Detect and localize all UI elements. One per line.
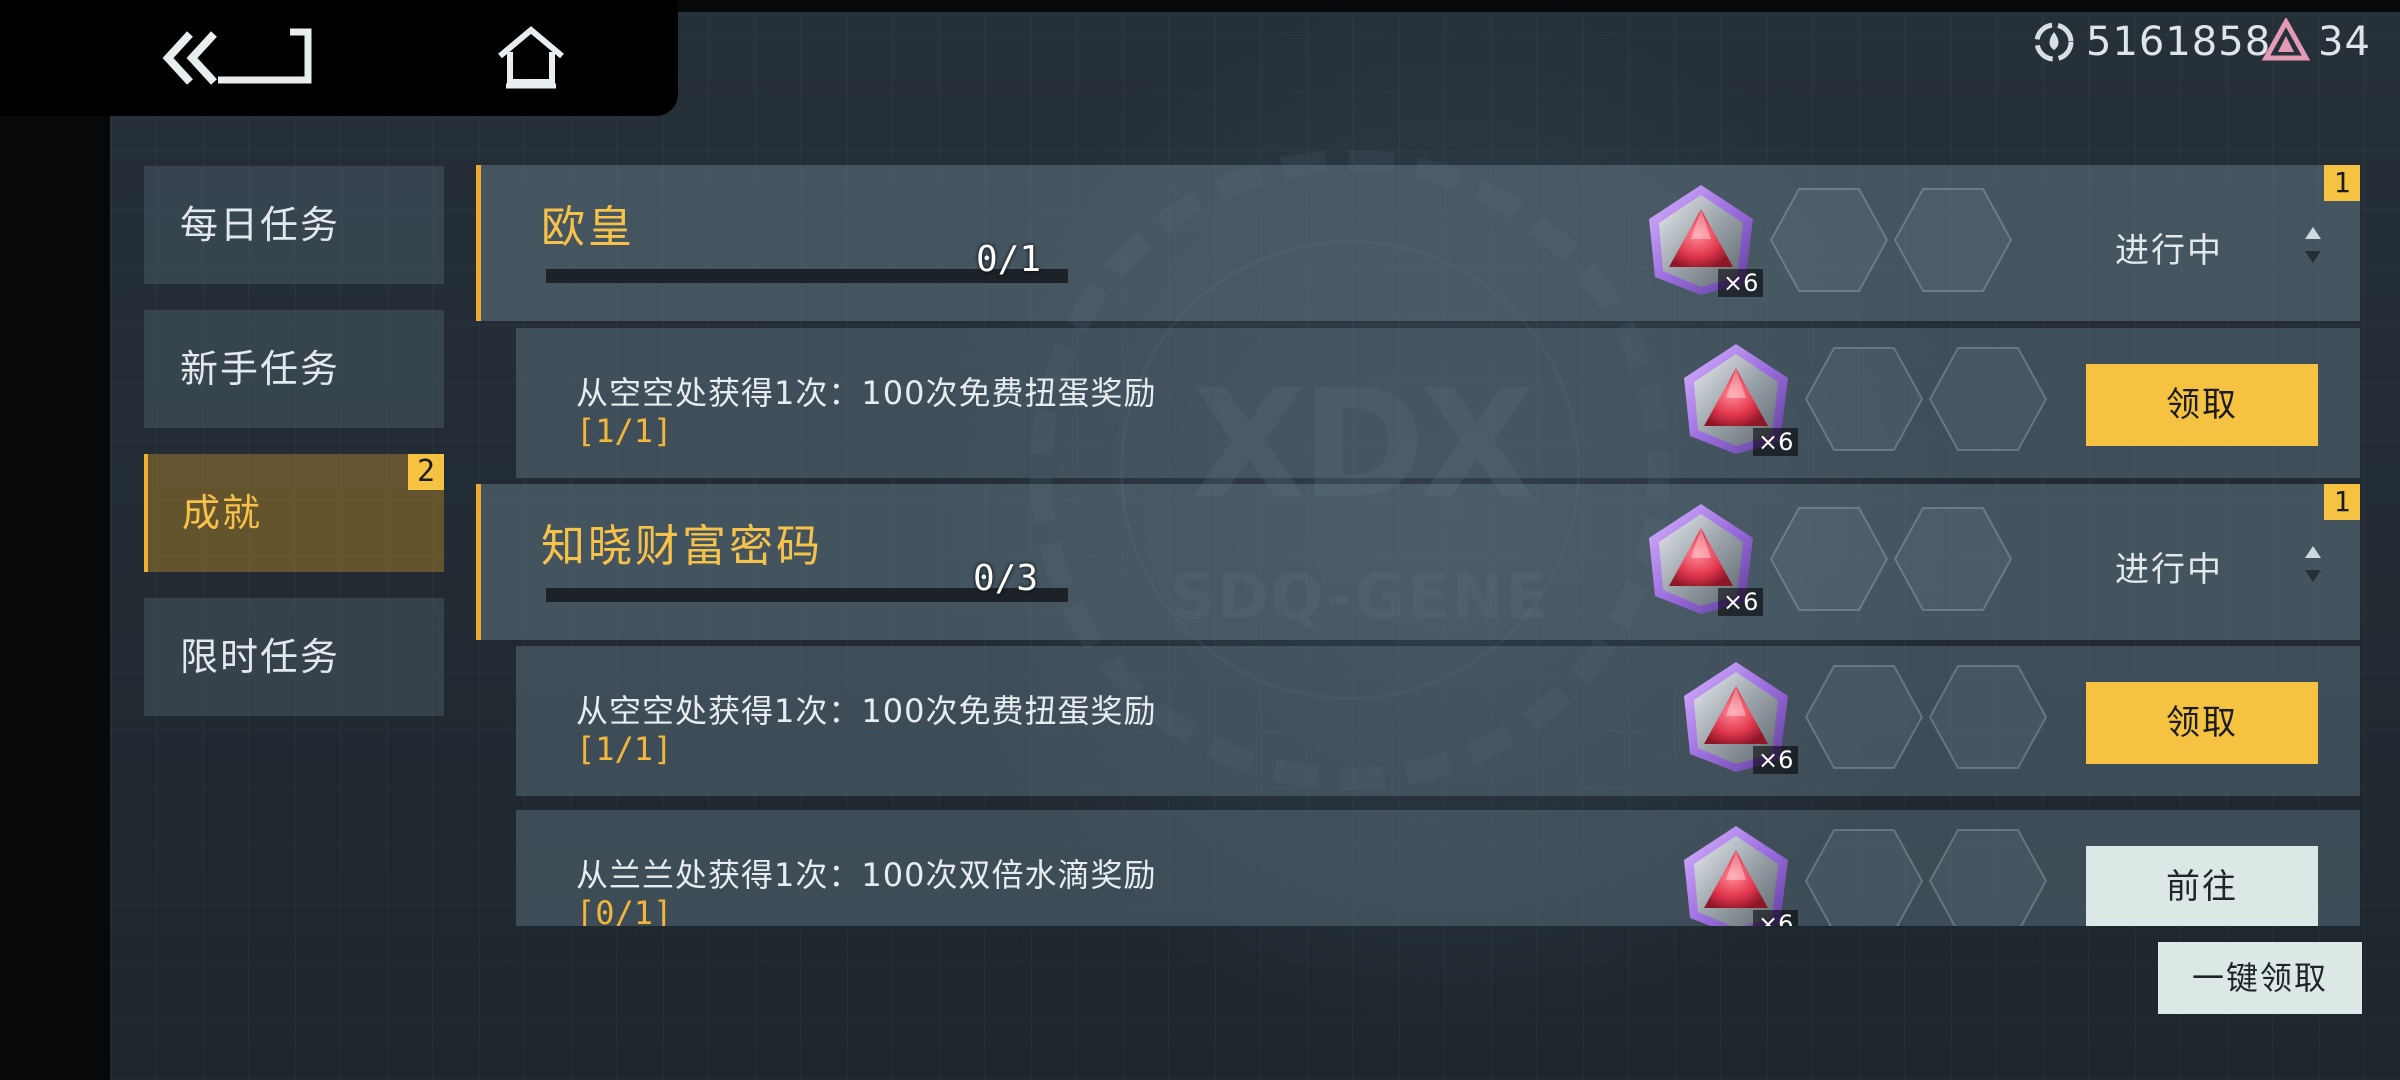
expand-toggle-icon[interactable]	[2303, 225, 2323, 265]
gem-counter: 34	[2262, 14, 2371, 70]
tab-label: 每日任务	[180, 203, 341, 247]
tab-daily-tasks[interactable]: 每日任务	[144, 166, 444, 284]
tab-achievements[interactable]: 成就 2	[144, 454, 444, 572]
tab-newbie-tasks[interactable]: 新手任务	[144, 310, 444, 428]
notification-badge: 1	[2324, 165, 2360, 201]
notification-badge: 1	[2324, 484, 2360, 520]
go-button[interactable]: 前往	[2086, 846, 2318, 926]
tab-label: 新手任务	[180, 347, 341, 391]
status-in-progress: 进行中	[2115, 231, 2223, 271]
coin-icon	[2034, 22, 2074, 62]
subtask-description: 从兰兰处获得1次：100次双倍水滴奖励	[576, 856, 1157, 894]
gem-currency-icon	[2262, 18, 2310, 61]
empty-reward-slot	[1894, 188, 2012, 292]
empty-reward-slot	[1894, 507, 2012, 611]
task-list[interactable]: 欧皇 0/1 ×6 进行中 1 从空空处获得1次：100次免费扭蛋奖励 [1/1…	[476, 160, 2360, 926]
empty-reward-slot	[1805, 347, 1923, 451]
expand-toggle-icon[interactable]	[2303, 544, 2323, 584]
notification-badge: 2	[408, 454, 444, 490]
claim-button[interactable]: 领取	[2086, 682, 2318, 764]
subtask-row: 从空空处获得1次：100次免费扭蛋奖励 [1/1] ×6 领取	[516, 646, 2360, 796]
gem-amount: 34	[2318, 19, 2371, 65]
tab-label: 限时任务	[180, 635, 341, 679]
reward-quantity: ×6	[1753, 428, 1799, 456]
back-arrow-icon[interactable]	[162, 26, 322, 90]
subtask-progress: [1/1]	[576, 412, 673, 450]
subtask-description: 从空空处获得1次：100次免费扭蛋奖励	[576, 374, 1157, 412]
coin-amount: 5161858	[2086, 19, 2272, 65]
subtask-description: 从空空处获得1次：100次免费扭蛋奖励	[576, 692, 1157, 730]
tab-label: 成就	[182, 491, 263, 535]
empty-reward-slot	[1805, 665, 1923, 769]
achievement-group-header[interactable]: 知晓财富密码 0/3 ×6 进行中 1	[476, 484, 2360, 640]
claim-button[interactable]: 领取	[2086, 364, 2318, 446]
subtask-row: 从空空处获得1次：100次免费扭蛋奖励 [1/1] ×6 领取	[516, 328, 2360, 478]
achievement-title: 欧皇	[541, 202, 635, 253]
achievement-progress-text: 0/1	[976, 239, 1042, 280]
achievement-title: 知晓财富密码	[541, 521, 823, 572]
subtask-progress: [0/1]	[576, 894, 673, 926]
reward-quantity: ×6	[1753, 910, 1799, 926]
game-screen: XDX SDQ-GENE 5161858	[0, 0, 2400, 1080]
empty-reward-slot	[1929, 665, 2047, 769]
tab-limited-tasks[interactable]: 限时任务	[144, 598, 444, 716]
coin-counter: 5161858	[2030, 14, 2271, 70]
reward-quantity: ×6	[1718, 269, 1764, 297]
empty-reward-slot	[1770, 507, 1888, 611]
reward-quantity: ×6	[1753, 746, 1799, 774]
empty-reward-slot	[1805, 829, 1923, 926]
empty-reward-slot	[1929, 347, 2047, 451]
claim-all-button[interactable]: 一键领取	[2158, 942, 2362, 1014]
status-in-progress: 进行中	[2115, 550, 2223, 590]
reward-quantity: ×6	[1718, 588, 1764, 616]
subtask-progress: [1/1]	[576, 730, 673, 768]
achievement-group-header[interactable]: 欧皇 0/1 ×6 进行中 1	[476, 165, 2360, 321]
home-icon[interactable]	[494, 24, 568, 90]
top-nav-bar	[0, 0, 678, 116]
achievement-progress-text: 0/3	[973, 558, 1039, 599]
empty-reward-slot	[1929, 829, 2047, 926]
subtask-row: 从兰兰处获得1次：100次双倍水滴奖励 [0/1] ×6 前往	[516, 810, 2360, 926]
empty-reward-slot	[1770, 188, 1888, 292]
